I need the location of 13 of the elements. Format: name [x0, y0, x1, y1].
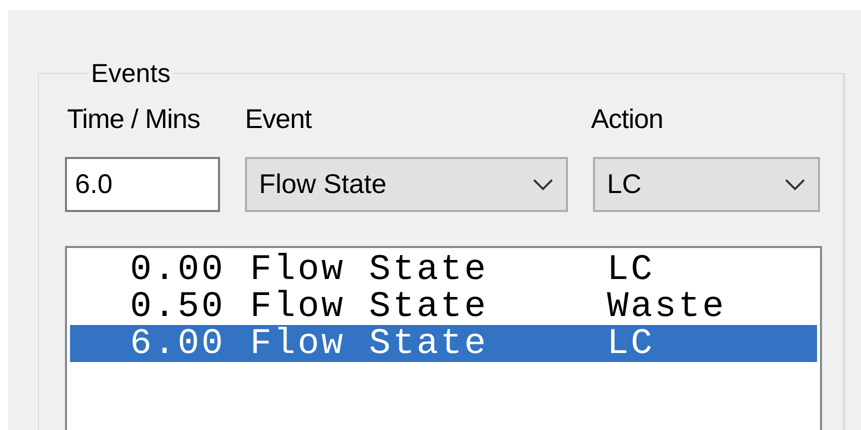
events-list[interactable]: 0.00 Flow State LC 0.50 Flow State Waste 6.00 Flow State LC [65, 246, 822, 430]
event-dropdown[interactable]: Flow State [245, 157, 568, 212]
chevron-down-icon [532, 178, 554, 192]
chevron-down-icon [784, 178, 806, 192]
time-field[interactable]: 6.0 [65, 157, 220, 212]
event-list-item[interactable]: 6.00 Flow State LC [70, 325, 817, 362]
event-list-item[interactable]: 0.50 Flow State Waste [70, 288, 817, 325]
event-label: Event [245, 104, 313, 135]
action-dropdown[interactable]: LC [593, 157, 820, 212]
action-label: Action [591, 104, 664, 135]
event-list-item[interactable]: 0.00 Flow State LC [70, 251, 817, 288]
group-title: Events [90, 58, 172, 89]
time-label: Time / Mins [67, 104, 202, 135]
